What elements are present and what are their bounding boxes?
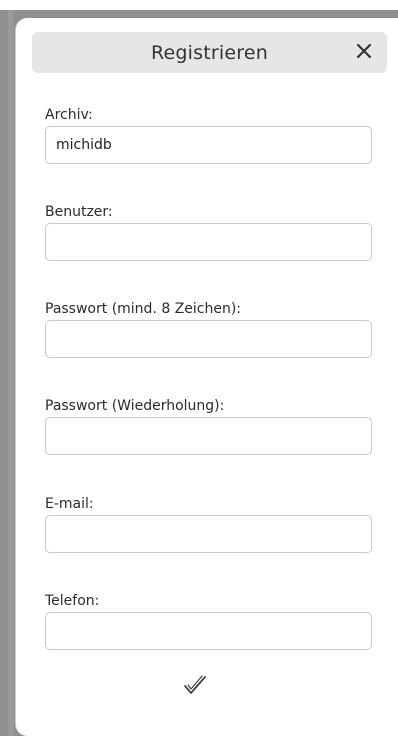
email-label: E-mail:	[45, 496, 94, 512]
archiv-label: Archiv:	[45, 107, 93, 123]
passwort-input[interactable]	[45, 320, 372, 358]
telefon-input[interactable]	[45, 612, 372, 650]
register-dialog: Registrieren Archiv: Benutzer: Passwort …	[16, 18, 398, 736]
dialog-titlebar: Registrieren	[32, 32, 387, 73]
benutzer-input[interactable]	[45, 223, 372, 261]
telefon-label: Telefon:	[45, 593, 100, 609]
email-input[interactable]	[45, 515, 372, 553]
side-scrollbar	[8, 10, 14, 736]
checkmark-icon[interactable]	[180, 670, 210, 700]
passwort-wiederholung-label: Passwort (Wiederholung):	[45, 398, 225, 414]
passwort-label: Passwort (mind. 8 Zeichen):	[45, 301, 242, 317]
window-top-strip	[0, 0, 398, 10]
close-icon[interactable]	[351, 38, 377, 64]
passwort-wiederholung-input[interactable]	[45, 417, 372, 455]
benutzer-label: Benutzer:	[45, 204, 113, 220]
archiv-input[interactable]	[45, 126, 372, 164]
dialog-title: Registrieren	[150, 42, 269, 64]
